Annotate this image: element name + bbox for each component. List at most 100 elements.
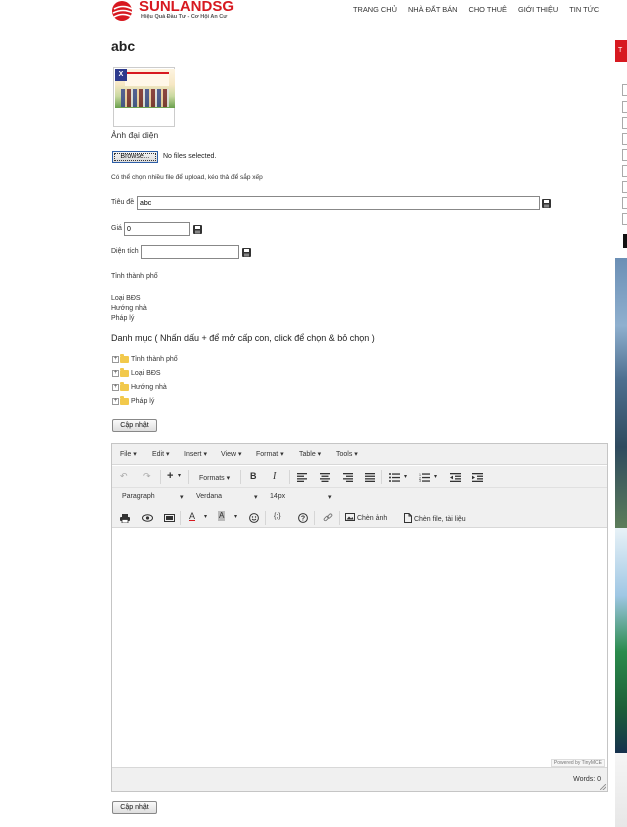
editor-content-area[interactable] [112, 529, 607, 767]
nav-for-sale[interactable]: NHÀ ĐẤT BÁN [408, 5, 458, 14]
insert-image-button[interactable]: Chèn ảnh [345, 513, 387, 522]
nav-for-rent[interactable]: CHO THUÊ [469, 5, 507, 14]
tree-item-label[interactable]: Tỉnh thành phố [131, 356, 178, 363]
powered-by-label[interactable]: Powered by TinyMCE [550, 759, 605, 767]
nav-about[interactable]: GIỚI THIỆU [518, 5, 558, 14]
logo-tagline: Hiệu Quả Đầu Tư - Cơ Hội An Cư [141, 14, 228, 20]
menu-file[interactable]: File ▾ [120, 450, 137, 458]
update-button-top[interactable]: Cập nhật [112, 419, 157, 432]
expand-icon[interactable]: + [112, 398, 119, 405]
chevron-down-icon[interactable]: ▾ [204, 513, 207, 520]
sidebar-field[interactable] [622, 165, 627, 177]
resize-handle-icon[interactable] [600, 784, 606, 790]
sidebar-field[interactable] [622, 117, 627, 129]
menu-edit[interactable]: Edit ▾ [152, 450, 170, 458]
direction-label: Hướng nhà [111, 305, 147, 312]
tree-item-direction[interactable]: + Hướng nhà [112, 382, 167, 391]
redo-icon[interactable]: ↷ [143, 471, 151, 482]
tree-item-legal[interactable]: + Pháp lý [112, 396, 154, 405]
chevron-down-icon: ▾ [254, 494, 258, 501]
undo-icon[interactable]: ↶ [120, 471, 128, 482]
no-file-text: No files selected. [163, 153, 217, 160]
menu-format[interactable]: Format ▾ [256, 450, 284, 458]
emoticon-icon[interactable] [249, 513, 259, 523]
sidebar-field[interactable] [622, 101, 627, 113]
media-icon[interactable] [164, 514, 175, 522]
sidebar-field[interactable] [622, 133, 627, 145]
tree-item-province[interactable]: + Tỉnh thành phố [112, 354, 178, 363]
nav-home[interactable]: TRANG CHỦ [353, 5, 397, 14]
sidebar-field[interactable] [622, 84, 627, 96]
menu-insert[interactable]: Insert ▾ [184, 450, 207, 458]
align-left-icon[interactable] [297, 473, 307, 482]
text-color-icon[interactable]: A [189, 511, 195, 521]
toolbar-divider [289, 470, 290, 484]
svg-text:?: ? [301, 516, 305, 523]
expand-icon[interactable]: + [112, 356, 119, 363]
print-icon[interactable] [120, 514, 130, 523]
menu-format-label: Format [256, 451, 279, 458]
menu-table[interactable]: Table ▾ [299, 450, 321, 458]
help-icon[interactable]: ? [298, 513, 308, 523]
indent-icon[interactable] [472, 473, 483, 482]
numbered-list-icon[interactable]: 123 [419, 473, 430, 482]
sidebar-field[interactable] [622, 197, 627, 209]
sidebar-search-button[interactable] [623, 234, 627, 248]
align-center-icon[interactable] [320, 473, 330, 482]
tree-item-type[interactable]: + Loại BĐS [112, 368, 161, 377]
nav-news[interactable]: TIN TỨC [569, 5, 599, 14]
chevron-down-icon[interactable]: ▾ [434, 473, 437, 480]
chevron-down-icon[interactable]: ▾ [234, 513, 237, 520]
sidebar-field[interactable] [622, 213, 627, 225]
tree-item-label[interactable]: Loại BĐS [131, 370, 161, 377]
formats-dropdown[interactable]: Formats ▾ [199, 474, 230, 482]
save-price-icon[interactable] [193, 225, 202, 234]
menu-view[interactable]: View ▾ [221, 450, 242, 458]
insert-file-label: Chèn file, tài liệu [413, 516, 466, 523]
tree-item-label[interactable]: Hướng nhà [131, 384, 167, 391]
font-size-select[interactable]: 14px ▾ [270, 493, 336, 501]
preview-eye-icon[interactable] [142, 514, 153, 522]
menu-tools[interactable]: Tools ▾ [336, 450, 358, 458]
sidebar-banner-image-2[interactable] [615, 528, 627, 753]
block-format-select[interactable]: Paragraph ▾ [122, 493, 192, 501]
bold-icon[interactable]: B [250, 471, 257, 481]
area-input[interactable] [141, 245, 239, 259]
bullet-list-icon[interactable] [389, 473, 400, 482]
chevron-down-icon[interactable]: ▾ [178, 472, 181, 479]
update-button-bottom[interactable]: Cập nhật [112, 801, 157, 814]
sidebar-banner-image-3[interactable] [615, 753, 627, 827]
insert-plus-icon[interactable]: + [167, 470, 173, 482]
save-title-icon[interactable] [542, 199, 551, 208]
browse-button[interactable]: Browse... [112, 151, 158, 163]
uploaded-image-thumbnail[interactable]: X [113, 67, 175, 127]
align-right-icon[interactable] [343, 473, 353, 482]
editor-toolbar-row-2: Paragraph ▾ Verdana ▾ 14px ▾ [112, 488, 607, 508]
tree-item-label[interactable]: Pháp lý [131, 398, 154, 405]
sidebar-tab[interactable]: T [615, 40, 627, 62]
background-color-icon[interactable]: A [218, 511, 226, 521]
file-icon [404, 513, 412, 523]
price-input[interactable] [124, 222, 190, 236]
menu-edit-label: Edit [152, 451, 165, 458]
chevron-down-icon[interactable]: ▾ [404, 473, 407, 480]
expand-icon[interactable]: + [112, 384, 119, 391]
italic-icon[interactable]: I [273, 471, 276, 482]
sidebar-field[interactable] [622, 181, 627, 193]
outdent-icon[interactable] [450, 473, 461, 482]
title-input[interactable] [137, 196, 540, 210]
sidebar-field[interactable] [622, 149, 627, 161]
font-family-select[interactable]: Verdana ▾ [196, 493, 262, 501]
menu-tools-label: Tools [336, 451, 353, 458]
code-icon[interactable]: {;} [274, 513, 281, 520]
link-icon[interactable] [323, 513, 333, 523]
logo-suffix-text: SG [212, 0, 235, 15]
save-area-icon[interactable] [242, 248, 251, 257]
expand-icon[interactable]: + [112, 370, 119, 377]
insert-file-button[interactable]: Chèn file, tài liệu [404, 513, 466, 523]
remove-image-button[interactable]: X [115, 69, 127, 81]
word-count: Words: 0 [573, 776, 601, 783]
editor-statusbar: Words: 0 [112, 767, 607, 791]
sidebar-banner-image[interactable] [615, 258, 627, 528]
align-justify-icon[interactable] [365, 473, 375, 482]
